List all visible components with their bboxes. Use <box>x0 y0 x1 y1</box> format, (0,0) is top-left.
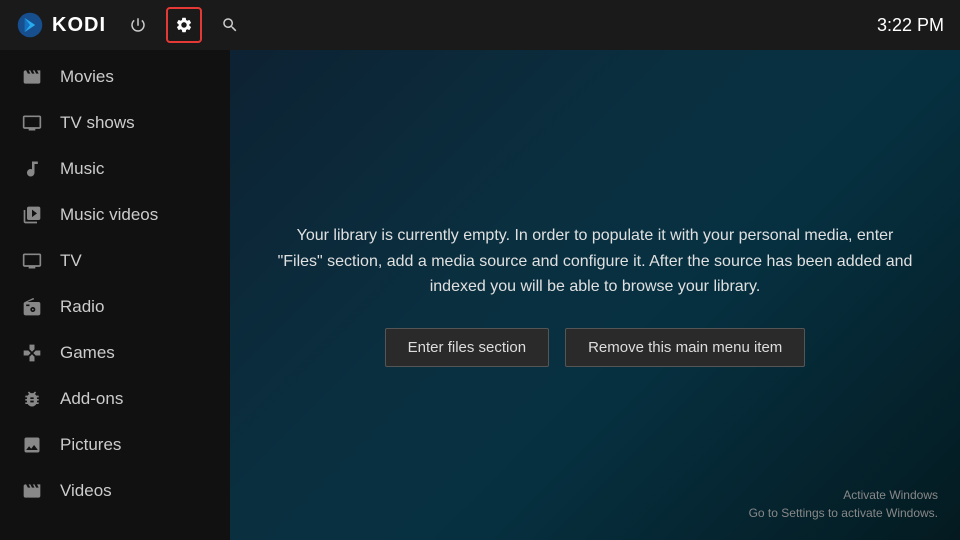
sidebar: Movies TV shows Music <box>0 50 230 540</box>
sidebar-item-movies[interactable]: Movies <box>0 54 230 100</box>
musicvideos-label: Music videos <box>60 205 158 225</box>
sidebar-item-musicvideos[interactable]: Music videos <box>0 192 230 238</box>
games-label: Games <box>60 343 115 363</box>
movies-label: Movies <box>60 67 114 87</box>
videos-icon <box>20 479 44 503</box>
top-bar-left: KODI <box>16 7 248 43</box>
sidebar-item-pictures[interactable]: Pictures <box>0 422 230 468</box>
music-icon <box>20 157 44 181</box>
app-title: KODI <box>52 14 106 37</box>
empty-library-message: Your library is currently empty. In orde… <box>275 223 915 300</box>
clock: 3:22 PM <box>877 15 944 36</box>
addons-icon <box>20 387 44 411</box>
sidebar-item-addons[interactable]: Add-ons <box>0 376 230 422</box>
music-label: Music <box>60 159 104 179</box>
tvshows-label: TV shows <box>60 113 135 133</box>
enter-files-button[interactable]: Enter files section <box>385 328 549 367</box>
power-icon <box>129 16 147 34</box>
activate-windows-line2: Go to Settings to activate Windows. <box>749 504 938 522</box>
remove-menu-item-button[interactable]: Remove this main menu item <box>565 328 805 367</box>
activate-windows-line1: Activate Windows <box>749 486 938 504</box>
tv-icon <box>20 249 44 273</box>
radio-icon <box>20 295 44 319</box>
main-layout: Movies TV shows Music <box>0 50 960 540</box>
pictures-icon <box>20 433 44 457</box>
musicvideos-icon <box>20 203 44 227</box>
settings-icon <box>175 16 193 34</box>
radio-label: Radio <box>60 297 104 317</box>
sidebar-item-games[interactable]: Games <box>0 330 230 376</box>
pictures-label: Pictures <box>60 435 121 455</box>
sidebar-item-music[interactable]: Music <box>0 146 230 192</box>
games-icon <box>20 341 44 365</box>
sidebar-item-radio[interactable]: Radio <box>0 284 230 330</box>
sidebar-item-videos[interactable]: Videos <box>0 468 230 514</box>
movies-icon <box>20 65 44 89</box>
top-bar-icons <box>120 7 248 43</box>
sidebar-item-tv[interactable]: TV <box>0 238 230 284</box>
activate-windows-watermark: Activate Windows Go to Settings to activ… <box>749 486 938 522</box>
settings-button[interactable] <box>166 7 202 43</box>
search-icon <box>221 16 239 34</box>
main-content: Your library is currently empty. In orde… <box>230 50 960 540</box>
action-buttons: Enter files section Remove this main men… <box>385 328 806 367</box>
videos-label: Videos <box>60 481 112 501</box>
sidebar-item-tvshows[interactable]: TV shows <box>0 100 230 146</box>
kodi-icon <box>16 11 44 39</box>
tvshows-icon <box>20 111 44 135</box>
kodi-logo: KODI <box>16 11 106 39</box>
power-button[interactable] <box>120 7 156 43</box>
tv-label: TV <box>60 251 82 271</box>
addons-label: Add-ons <box>60 389 123 409</box>
top-bar: KODI 3:22 PM <box>0 0 960 50</box>
search-button[interactable] <box>212 7 248 43</box>
